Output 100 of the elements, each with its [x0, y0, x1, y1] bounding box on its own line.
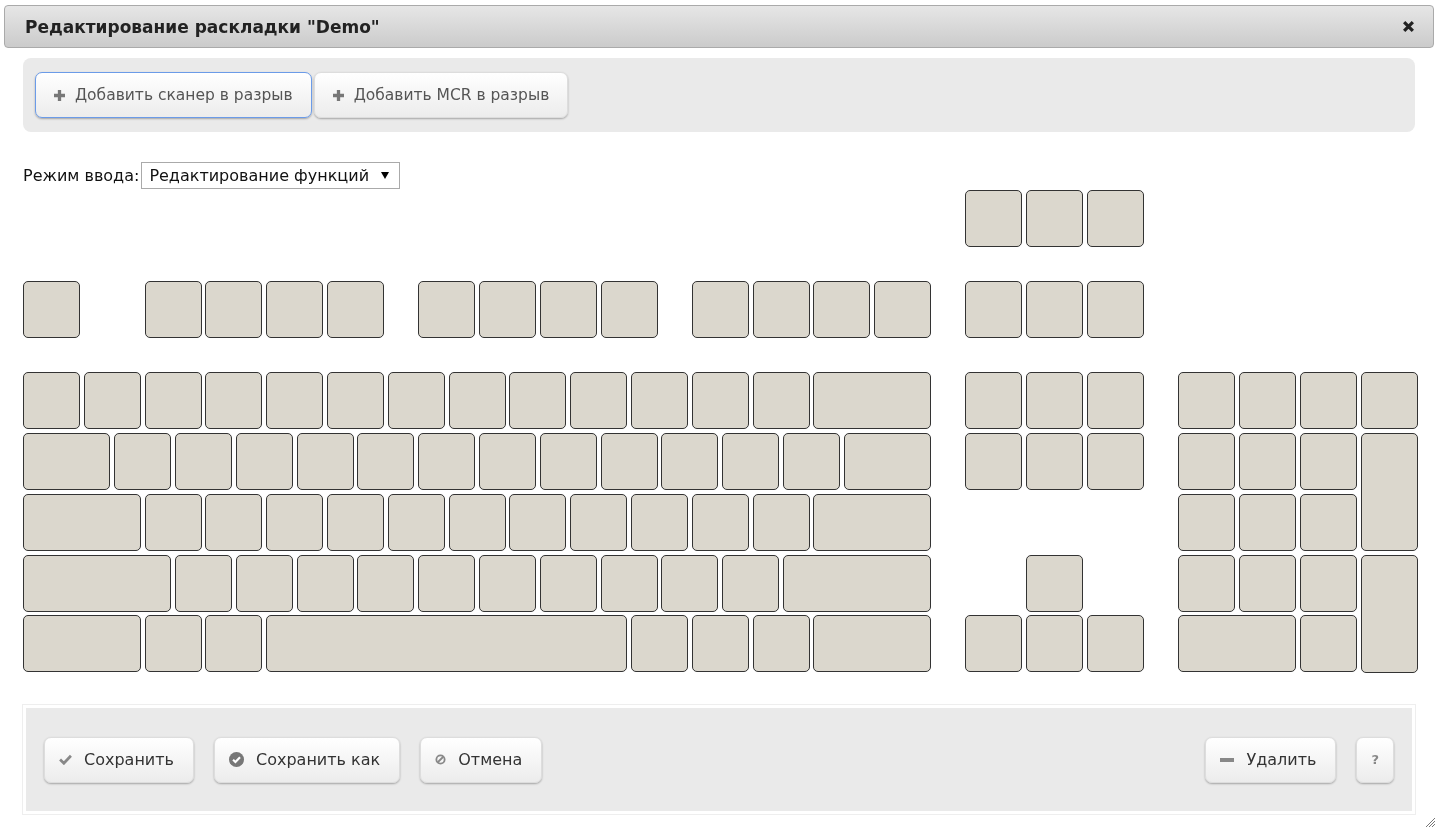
keyboard-key[interactable]: [1300, 615, 1357, 672]
keyboard-key[interactable]: [631, 494, 688, 551]
keyboard-key[interactable]: [266, 372, 323, 429]
keyboard-key[interactable]: [753, 281, 810, 338]
keyboard-key[interactable]: [509, 494, 566, 551]
keyboard-key[interactable]: [479, 433, 536, 490]
keyboard-key[interactable]: [631, 372, 688, 429]
keyboard-key[interactable]: [23, 433, 110, 490]
keyboard-key[interactable]: [449, 494, 506, 551]
keyboard-key[interactable]: [266, 494, 323, 551]
keyboard-key[interactable]: [418, 281, 475, 338]
input-mode-select[interactable]: Редактирование функций: [141, 162, 401, 189]
keyboard-key[interactable]: [1239, 372, 1296, 429]
keyboard-key[interactable]: [1026, 372, 1083, 429]
save-button[interactable]: Сохранить: [44, 736, 194, 783]
keyboard-key[interactable]: [205, 615, 262, 672]
keyboard-key[interactable]: [540, 433, 597, 490]
keyboard-key[interactable]: [236, 433, 293, 490]
keyboard-key[interactable]: [297, 433, 354, 490]
keyboard-key[interactable]: [631, 615, 688, 672]
keyboard-key[interactable]: [692, 372, 749, 429]
delete-button[interactable]: Удалить: [1205, 736, 1337, 783]
keyboard-key[interactable]: [1026, 190, 1083, 247]
keyboard-key[interactable]: [205, 281, 262, 338]
keyboard-key[interactable]: [722, 433, 779, 490]
keyboard-key[interactable]: [692, 615, 749, 672]
keyboard-key[interactable]: [145, 281, 202, 338]
keyboard-key[interactable]: [327, 281, 384, 338]
keyboard-key[interactable]: [540, 281, 597, 338]
keyboard-key[interactable]: [965, 281, 1022, 338]
close-icon[interactable]: [1402, 20, 1415, 33]
keyboard-key[interactable]: [1300, 433, 1357, 490]
keyboard-key[interactable]: [357, 555, 414, 612]
keyboard-key[interactable]: [753, 372, 810, 429]
keyboard-key[interactable]: [418, 555, 475, 612]
keyboard-key[interactable]: [540, 555, 597, 612]
keyboard-key[interactable]: [1239, 555, 1296, 612]
keyboard-key[interactable]: [722, 555, 779, 612]
keyboard-key[interactable]: [205, 372, 262, 429]
keyboard-key[interactable]: [23, 615, 141, 672]
keyboard-key[interactable]: [1026, 615, 1083, 672]
keyboard-key[interactable]: [1300, 555, 1357, 612]
keyboard-key[interactable]: [1361, 433, 1418, 551]
keyboard-key[interactable]: [965, 372, 1022, 429]
save-as-button[interactable]: Сохранить как: [214, 736, 401, 783]
keyboard-key[interactable]: [1300, 494, 1357, 551]
keyboard-key[interactable]: [661, 433, 718, 490]
add-button[interactable]: Добавить сканер в разрыв: [35, 72, 312, 118]
keyboard-key[interactable]: [783, 433, 840, 490]
keyboard-key[interactable]: [753, 615, 810, 672]
keyboard-key[interactable]: [1361, 555, 1418, 673]
keyboard-key[interactable]: [388, 372, 445, 429]
keyboard-key[interactable]: [388, 494, 445, 551]
keyboard-key[interactable]: [874, 281, 931, 338]
keyboard-key[interactable]: [692, 494, 749, 551]
keyboard-key[interactable]: [205, 494, 262, 551]
keyboard-key[interactable]: [449, 372, 506, 429]
keyboard-key[interactable]: [570, 494, 627, 551]
keyboard-key[interactable]: [753, 494, 810, 551]
keyboard-key[interactable]: [783, 555, 931, 612]
keyboard-key[interactable]: [1087, 190, 1144, 247]
keyboard-key[interactable]: [297, 555, 354, 612]
keyboard-key[interactable]: [1087, 372, 1144, 429]
keyboard-key[interactable]: [661, 555, 718, 612]
keyboard-key[interactable]: [266, 615, 627, 672]
keyboard-key[interactable]: [266, 281, 323, 338]
keyboard-key[interactable]: [479, 555, 536, 612]
keyboard-key[interactable]: [1026, 281, 1083, 338]
keyboard-key[interactable]: [1178, 615, 1296, 672]
keyboard-key[interactable]: [479, 281, 536, 338]
keyboard-key[interactable]: [1087, 433, 1144, 490]
keyboard-key[interactable]: [236, 555, 293, 612]
add-button[interactable]: Добавить MCR в разрыв: [313, 72, 569, 118]
keyboard-key[interactable]: [1178, 494, 1235, 551]
keyboard-key[interactable]: [1239, 494, 1296, 551]
keyboard-key[interactable]: [145, 372, 202, 429]
keyboard-key[interactable]: [1026, 555, 1083, 612]
keyboard-key[interactable]: [23, 372, 80, 429]
keyboard-key[interactable]: [1300, 372, 1357, 429]
keyboard-key[interactable]: [1026, 433, 1083, 490]
keyboard-key[interactable]: [601, 433, 658, 490]
keyboard-key[interactable]: [1178, 555, 1235, 612]
keyboard-key[interactable]: [23, 494, 141, 551]
resize-grip-icon[interactable]: [1425, 817, 1435, 827]
keyboard-key[interactable]: [175, 433, 232, 490]
keyboard-key[interactable]: [509, 372, 566, 429]
keyboard-key[interactable]: [327, 494, 384, 551]
keyboard-key[interactable]: [601, 555, 658, 612]
keyboard-key[interactable]: [965, 433, 1022, 490]
keyboard-key[interactable]: [965, 190, 1022, 247]
keyboard-key[interactable]: [844, 433, 931, 490]
keyboard-key[interactable]: [114, 433, 171, 490]
keyboard-key[interactable]: [692, 281, 749, 338]
keyboard-key[interactable]: [965, 615, 1022, 672]
keyboard-key[interactable]: [813, 372, 931, 429]
keyboard-key[interactable]: [1178, 433, 1235, 490]
keyboard-key[interactable]: [418, 433, 475, 490]
keyboard-key[interactable]: [357, 433, 414, 490]
keyboard-key[interactable]: [23, 555, 171, 612]
keyboard-key[interactable]: [145, 615, 202, 672]
